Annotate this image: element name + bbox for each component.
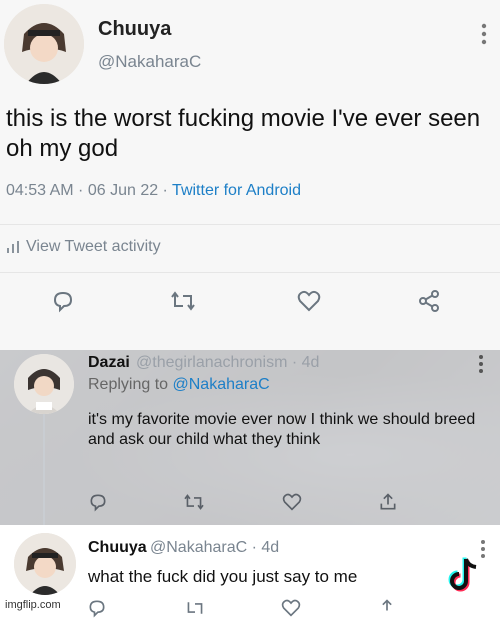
more-icon[interactable] [478,354,490,376]
author-handle[interactable]: @NakaharaC · 4d [150,539,279,557]
reply-text: it's my favorite movie ever now I think … [88,411,476,448]
watermark: imgflip.com [2,599,64,611]
avatar[interactable] [14,533,76,595]
divider [0,272,500,273]
replying-prefix: Replying to [88,376,169,393]
like-icon[interactable] [294,286,324,316]
retweet-icon[interactable] [184,597,206,619]
tweet-client-link[interactable]: Twitter for Android [172,182,301,199]
tweet-meta: 04:53 AM · 06 Jun 22 · Twitter for Andro… [6,182,301,200]
tweet-time: 04:53 AM [6,182,74,199]
tiktok-logo-icon [446,555,482,595]
reply-tweet-chuuya: Chuuya @NakaharaC · 4d what the fuck did… [0,525,500,618]
meta-separator: · [73,182,88,199]
tweet-date: 06 Jun 22 [87,182,159,199]
reply-age: · 4d [291,354,320,371]
share-icon[interactable] [376,490,400,514]
author-handle-text: @NakaharaC [150,539,248,556]
main-tweet: Chuuya @NakaharaC this is the worst fuck… [0,0,500,350]
author-name[interactable]: Chuuya [88,539,147,557]
share-icon[interactable] [414,286,444,316]
author-name[interactable]: Chuuya [98,18,171,41]
reply-text: what the fuck did you just say to me [88,567,358,586]
reply-icon[interactable] [48,286,78,316]
avatar[interactable] [14,354,74,414]
replying-to-link[interactable]: @NakaharaC [173,376,270,393]
reply-icon[interactable] [86,597,108,619]
like-icon[interactable] [280,597,302,619]
author-handle[interactable]: @thegirlanachronism · 4d [136,354,319,372]
reply-age: · 4d [251,539,280,556]
view-tweet-activity-label: View Tweet activity [26,238,161,255]
reply-tweet-dazai: Dazai @thegirlanachronism · 4d Replying … [0,350,500,525]
replying-to: Replying to @NakaharaC [88,376,270,394]
like-icon[interactable] [280,490,304,514]
tweet-text: this is the worst fucking movie I've eve… [6,105,481,162]
author-name[interactable]: Dazai [88,354,130,372]
thread-line [43,410,45,525]
author-handle[interactable]: @NakaharaC [98,52,201,72]
avatar[interactable] [4,4,84,84]
retweet-icon[interactable] [182,490,206,514]
meta-separator: · [158,182,173,199]
author-handle-text: @thegirlanachronism [136,354,288,371]
more-icon[interactable] [476,20,492,48]
reply-icon[interactable] [86,490,110,514]
share-icon[interactable] [376,597,398,619]
retweet-icon[interactable] [168,286,198,316]
view-tweet-activity[interactable]: View Tweet activity [6,238,161,256]
divider [0,224,500,225]
analytics-icon [7,241,19,253]
